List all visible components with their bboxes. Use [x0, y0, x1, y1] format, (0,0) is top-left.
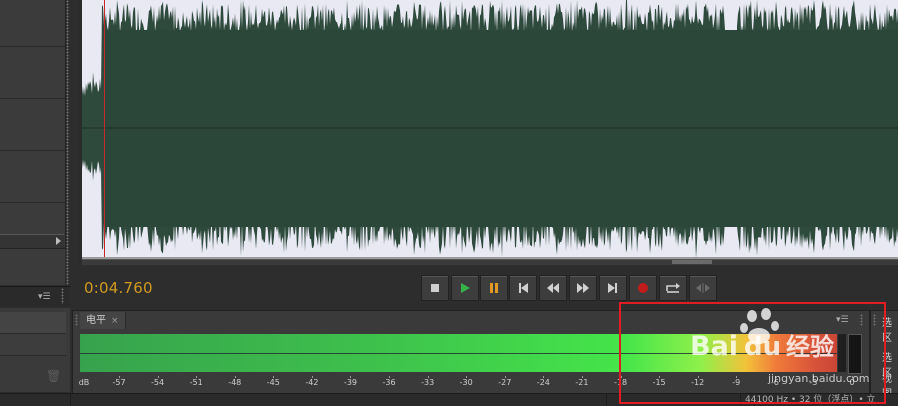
scroll-right-arrow-icon[interactable] [56, 237, 61, 245]
move-to-next-button[interactable] [599, 275, 627, 301]
play-icon [461, 283, 470, 293]
playhead-cursor[interactable] [104, 0, 105, 257]
files-panel [0, 0, 66, 247]
move-to-previous-button[interactable] [509, 275, 537, 301]
play-button[interactable] [451, 275, 479, 301]
list-item[interactable] [0, 334, 66, 356]
rewind-button[interactable] [539, 275, 567, 301]
panel-menu-icon[interactable]: ▾☰ [38, 293, 51, 302]
scrollbar-thumb[interactable] [672, 260, 712, 264]
stop-button[interactable] [421, 275, 449, 301]
scale-tick-label: -48 [228, 378, 242, 387]
skip-selection-icon [696, 283, 710, 293]
scale-tick-label: -24 [536, 378, 550, 387]
scale-tick-label: -27 [498, 378, 512, 387]
scale-tick-label: -42 [305, 378, 319, 387]
media-browser-panel [0, 248, 65, 285]
scale-tick-label: -54 [151, 378, 165, 387]
pause-icon [490, 283, 498, 293]
annotation-highlight-box [619, 302, 886, 404]
loop-icon [666, 283, 680, 293]
fast-forward-button[interactable] [569, 275, 597, 301]
scale-tick-label: -45 [266, 378, 280, 387]
record-button[interactable] [629, 275, 657, 301]
stop-icon [431, 284, 439, 292]
skip-forward-icon [608, 283, 617, 293]
scale-tick-label: -51 [189, 378, 203, 387]
tab-label: 电平 [86, 315, 106, 326]
current-time-display[interactable]: 0:04.760 [84, 279, 153, 297]
panel-grip-icon[interactable] [75, 314, 78, 326]
scale-tick-label: -39 [343, 378, 358, 387]
panel-resize-grip[interactable] [66, 0, 69, 285]
skip-back-icon [519, 283, 528, 293]
loop-playback-button[interactable] [659, 275, 687, 301]
scale-tick-label: -30 [459, 378, 473, 387]
rewind-icon [547, 283, 559, 293]
status-divider [606, 393, 607, 405]
scale-tick-label: -36 [382, 378, 396, 387]
scale-tick-label: -57 [112, 378, 126, 387]
waveform-display[interactable] [82, 0, 898, 257]
files-panel-scrollbar[interactable] [0, 234, 64, 248]
skip-selection-button[interactable] [689, 275, 717, 301]
scale-unit-label: dB [78, 378, 90, 387]
close-icon[interactable]: × [111, 316, 119, 326]
fast-forward-icon [577, 283, 589, 293]
status-divider [70, 393, 71, 405]
tab-level-meter[interactable]: 电平 × [80, 312, 126, 329]
pause-button[interactable] [480, 275, 508, 301]
list-item[interactable] [0, 312, 66, 334]
record-icon [638, 283, 648, 293]
waveform-zoom-scrollbar[interactable] [82, 259, 898, 265]
panel-grip-icon[interactable] [61, 288, 64, 304]
scale-tick-label: -21 [575, 378, 589, 387]
trash-icon[interactable]: 🗑 [46, 370, 61, 382]
scale-tick-label: -33 [421, 378, 435, 387]
effects-rack-tabbar: ▾☰ [0, 286, 70, 307]
